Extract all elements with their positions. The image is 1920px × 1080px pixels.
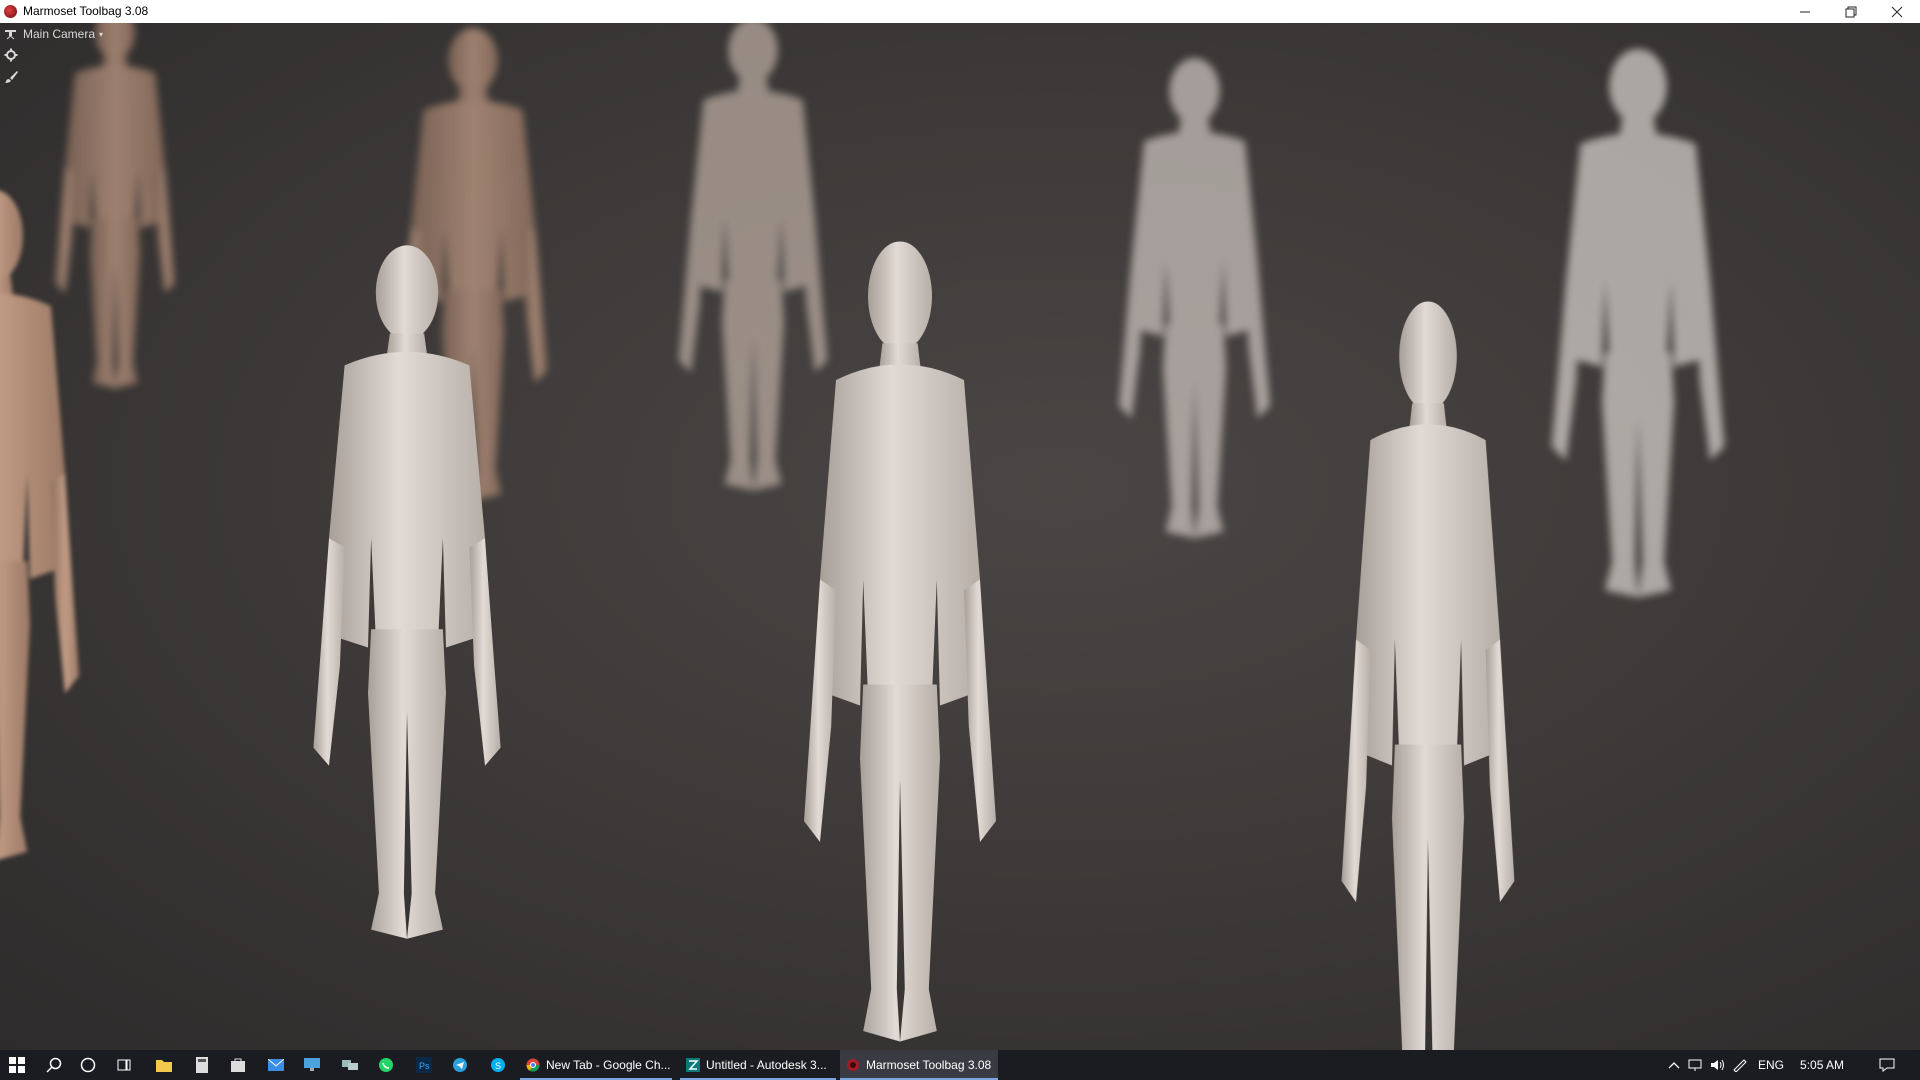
photoshop-icon[interactable]: Ps (408, 1050, 440, 1080)
marmoset-icon (847, 1059, 859, 1071)
close-icon (1891, 6, 1903, 17)
brush-icon[interactable] (4, 70, 18, 84)
app-window: Marmoset Toolbag 3.08 Main Camera ▾ Ps S… (0, 0, 1920, 1080)
camera-icon (5, 30, 16, 40)
whatsapp-icon[interactable] (370, 1050, 402, 1080)
figure-mid-left (0, 190, 79, 861)
task-label: Untitled - Autodesk 3... (706, 1058, 827, 1072)
task-view-icon[interactable] (108, 1050, 140, 1080)
minimize-icon (1800, 11, 1810, 12)
3dsmax-icon (686, 1058, 700, 1072)
scene-render (0, 23, 1725, 1050)
minimize-button[interactable] (1782, 0, 1828, 23)
telegram-icon[interactable] (444, 1050, 476, 1080)
pen-icon[interactable] (1732, 1058, 1748, 1072)
search-icon[interactable] (38, 1050, 70, 1080)
remote-desktop-icon[interactable] (296, 1050, 328, 1080)
language-indicator[interactable]: ENG (1758, 1058, 1784, 1072)
svg-text:S: S (495, 1061, 501, 1071)
title-bar[interactable]: Marmoset Toolbag 3.08 (0, 0, 1920, 23)
figure-far-1 (55, 23, 175, 388)
task-label: Marmoset Toolbag 3.08 (866, 1058, 992, 1072)
3d-viewport[interactable]: Main Camera ▾ (0, 23, 1920, 1050)
calculator-icon[interactable] (186, 1050, 218, 1080)
figure-near-center (804, 241, 996, 1042)
windows-start-icon[interactable] (0, 1050, 34, 1080)
chrome-icon (526, 1058, 540, 1072)
figure-far-5 (1551, 48, 1725, 598)
network-tray-icon[interactable] (1688, 1058, 1704, 1072)
chevron-down-icon: ▾ (99, 29, 104, 39)
taskbar: Ps S New Tab - Google Ch... Untitled - A… (0, 1050, 1920, 1080)
skype-icon[interactable]: S (482, 1050, 514, 1080)
camera-label: Main Camera (23, 27, 96, 41)
chevron-up-icon[interactable] (1668, 1061, 1680, 1069)
close-button[interactable] (1874, 0, 1920, 23)
network-icon[interactable] (334, 1050, 366, 1080)
store-icon[interactable] (222, 1050, 254, 1080)
volume-icon[interactable] (1710, 1058, 1726, 1072)
clock[interactable]: 5:05 AM (1800, 1058, 1844, 1072)
figure-far-4 (1118, 58, 1271, 539)
figure-near-right (1341, 301, 1515, 1050)
gear-icon[interactable] (4, 48, 18, 62)
marmoset-icon (4, 5, 17, 18)
mail-icon[interactable] (260, 1050, 292, 1080)
task-label: New Tab - Google Ch... (546, 1058, 671, 1072)
system-tray: ENG 5:05 AM (1668, 1050, 1844, 1080)
task-marmoset[interactable]: Marmoset Toolbag 3.08 (840, 1050, 998, 1080)
task-3dsmax[interactable]: Untitled - Autodesk 3... (680, 1050, 836, 1080)
window-title: Marmoset Toolbag 3.08 (23, 4, 149, 18)
notification-icon[interactable] (1872, 1050, 1902, 1080)
restore-icon (1845, 6, 1857, 17)
camera-menu[interactable]: Main Camera ▾ (4, 26, 103, 42)
figure-far-3 (678, 23, 828, 491)
svg-text:Ps: Ps (419, 1061, 430, 1071)
cortana-icon[interactable] (72, 1050, 104, 1080)
task-chrome[interactable]: New Tab - Google Ch... (520, 1050, 672, 1080)
restore-button[interactable] (1828, 0, 1874, 23)
file-explorer-icon[interactable] (148, 1050, 180, 1080)
